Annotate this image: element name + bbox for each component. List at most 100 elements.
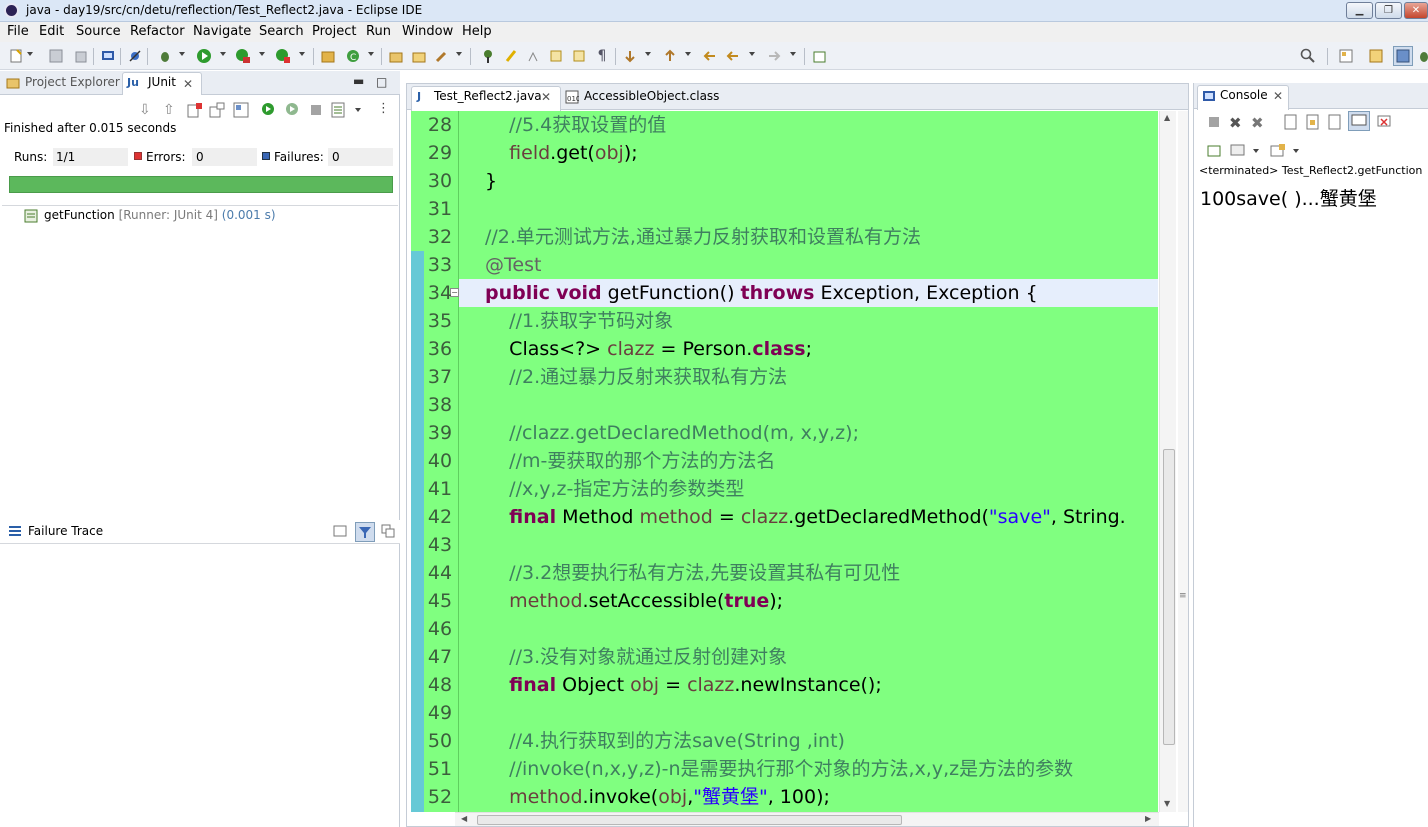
- code-line[interactable]: //invoke(n,x,y,z)-n是需要执行那个对象的方法,x,y,z是方法…: [485, 755, 1073, 783]
- view-menu-icon[interactable]: ⋮: [377, 101, 393, 117]
- next-edit-icon[interactable]: [622, 48, 638, 64]
- code-line[interactable]: //5.4获取设置的值: [485, 111, 666, 139]
- tab-junit[interactable]: JUnit: [148, 75, 176, 89]
- last-edit-location-icon[interactable]: [702, 48, 718, 64]
- rerun-failed-first-icon[interactable]: [285, 102, 301, 118]
- code-line[interactable]: }: [485, 167, 497, 195]
- test-result-row[interactable]: getFunction [Runner: JUnit 4] (0.001 s): [44, 208, 276, 222]
- highlight-icon[interactable]: [503, 48, 519, 64]
- save-all-icon[interactable]: [72, 48, 88, 64]
- menu-edit[interactable]: Edit: [39, 24, 64, 39]
- forward-icon[interactable]: [766, 48, 782, 64]
- show-failures-only-icon[interactable]: [187, 102, 203, 118]
- minimize-view-icon[interactable]: ▬: [353, 74, 369, 90]
- rerun-test-icon[interactable]: [261, 102, 277, 118]
- search-tool-icon[interactable]: [434, 48, 450, 64]
- new-java-project-icon[interactable]: [320, 48, 336, 64]
- code-line[interactable]: //x,y,z-指定方法的参数类型: [485, 475, 744, 503]
- code-line[interactable]: final Object obj = clazz.newInstance();: [485, 671, 882, 699]
- clear-console-icon[interactable]: [1283, 114, 1299, 130]
- debug-perspective-icon[interactable]: [1416, 48, 1428, 64]
- code-line[interactable]: //clazz.getDeclaredMethod(m, x,y,z);: [485, 419, 859, 447]
- menu-window[interactable]: Window: [402, 24, 453, 39]
- filter-stack-trace-icon[interactable]: [355, 522, 375, 542]
- menu-navigate[interactable]: Navigate: [193, 24, 251, 39]
- scroll-left-icon[interactable]: ◀: [461, 814, 467, 823]
- menu-run[interactable]: Run: [366, 24, 391, 39]
- code-line[interactable]: method.invoke(obj,"蟹黄堡", 100);: [485, 783, 830, 811]
- skip-breakpoints-icon[interactable]: [127, 48, 143, 64]
- close-button[interactable]: ✕: [1404, 2, 1428, 19]
- menu-project[interactable]: Project: [312, 24, 356, 39]
- search-icon[interactable]: [1300, 48, 1316, 64]
- pin-editor-icon[interactable]: [812, 48, 828, 64]
- code-line[interactable]: method.setAccessible(true);: [485, 587, 783, 615]
- java-ee-perspective-icon[interactable]: [1368, 48, 1384, 64]
- maximize-view-icon[interactable]: □: [376, 75, 392, 91]
- prev-annotation-icon[interactable]: [571, 48, 587, 64]
- code-line[interactable]: //2.单元测试方法,通过暴力反射获取和设置私有方法: [485, 223, 921, 251]
- open-perspective-icon[interactable]: [1338, 48, 1354, 64]
- code-line[interactable]: Class<?> clazz = Person.class;: [485, 335, 812, 363]
- horizontal-scroll-thumb[interactable]: [477, 815, 902, 825]
- code-line[interactable]: public void getFunction() throws Excepti…: [485, 279, 1038, 307]
- code-line[interactable]: //3.没有对象就通过反射创建对象: [485, 643, 787, 671]
- tab-project-explorer[interactable]: Project Explorer: [25, 75, 120, 89]
- scroll-lock-icon[interactable]: [209, 102, 225, 118]
- terminate-icon[interactable]: [1207, 115, 1223, 131]
- menu-source[interactable]: Source: [76, 24, 121, 39]
- menu-refactor[interactable]: Refactor: [130, 24, 185, 39]
- minimize-button[interactable]: ▁: [1346, 2, 1373, 19]
- toggle-mark-icon[interactable]: [480, 48, 496, 64]
- pin-console-icon[interactable]: [1207, 143, 1223, 159]
- previous-failure-icon[interactable]: ⇧: [163, 102, 179, 118]
- run-icon[interactable]: [196, 48, 212, 64]
- close-junit-tab-icon[interactable]: ✕: [183, 77, 199, 93]
- word-wrap-icon[interactable]: [1327, 114, 1343, 130]
- scroll-down-icon[interactable]: ▼: [1164, 799, 1170, 808]
- remove-launch-icon[interactable]: ✖: [1229, 114, 1245, 132]
- next-annotation-icon[interactable]: [548, 48, 564, 64]
- code-line[interactable]: @Test: [485, 251, 541, 279]
- close-editor-tab-icon[interactable]: ✕: [541, 90, 557, 106]
- tab-test-reflect2[interactable]: Test_Reflect2.java: [434, 89, 542, 103]
- menu-help[interactable]: Help: [462, 24, 492, 39]
- code-line[interactable]: //3.2想要执行私有方法,先要设置其私有可见性: [485, 559, 900, 587]
- show-console-on-error-icon[interactable]: [1376, 114, 1392, 130]
- show-whitespace-icon[interactable]: ¶: [594, 48, 610, 64]
- debug-icon[interactable]: [157, 48, 173, 64]
- show-console-on-output-icon[interactable]: [1348, 111, 1370, 131]
- new-icon[interactable]: [8, 48, 24, 64]
- open-folder-icon[interactable]: [411, 48, 427, 64]
- coverage-icon[interactable]: [235, 48, 251, 64]
- menu-search[interactable]: Search: [259, 24, 304, 39]
- tab-accessibleobject[interactable]: AccessibleObject.class: [584, 89, 719, 103]
- terminal-icon[interactable]: [100, 48, 116, 64]
- copy-trace-icon[interactable]: [381, 524, 397, 540]
- code-line[interactable]: //2.通过暴力反射来获取私有方法: [485, 363, 787, 391]
- code-line[interactable]: //1.获取字节码对象: [485, 307, 673, 335]
- vertical-scroll-thumb[interactable]: [1163, 449, 1175, 745]
- scroll-right-icon[interactable]: ▶: [1145, 814, 1151, 823]
- open-console-icon[interactable]: [1270, 143, 1286, 159]
- remove-all-launches-icon[interactable]: ✖: [1251, 114, 1267, 132]
- prev-edit-icon[interactable]: [662, 48, 678, 64]
- horizontal-scrollbar[interactable]: ◀ ▶: [455, 812, 1159, 826]
- display-selected-console-icon[interactable]: [1230, 143, 1246, 159]
- format-icon[interactable]: [526, 48, 542, 64]
- stop-test-run-icon[interactable]: [309, 103, 325, 119]
- new-class-icon[interactable]: C: [345, 48, 361, 64]
- external-tools-icon[interactable]: [275, 48, 291, 64]
- menu-file[interactable]: File: [7, 24, 29, 39]
- code-line[interactable]: final Method method = clazz.getDeclaredM…: [485, 503, 1126, 531]
- test-run-history-icon[interactable]: [331, 102, 347, 118]
- java-perspective-icon[interactable]: [1393, 46, 1413, 66]
- open-type-icon[interactable]: [388, 48, 404, 64]
- close-console-tab-icon[interactable]: ✕: [1273, 89, 1289, 105]
- code-line[interactable]: field.get(obj);: [485, 139, 637, 167]
- scroll-up-icon[interactable]: ▲: [1164, 113, 1170, 122]
- save-icon[interactable]: [48, 48, 64, 64]
- code-line[interactable]: //4.执行获取到的方法save(String ,int): [485, 727, 845, 755]
- tab-console[interactable]: Console: [1220, 88, 1268, 102]
- back-icon[interactable]: [725, 48, 741, 64]
